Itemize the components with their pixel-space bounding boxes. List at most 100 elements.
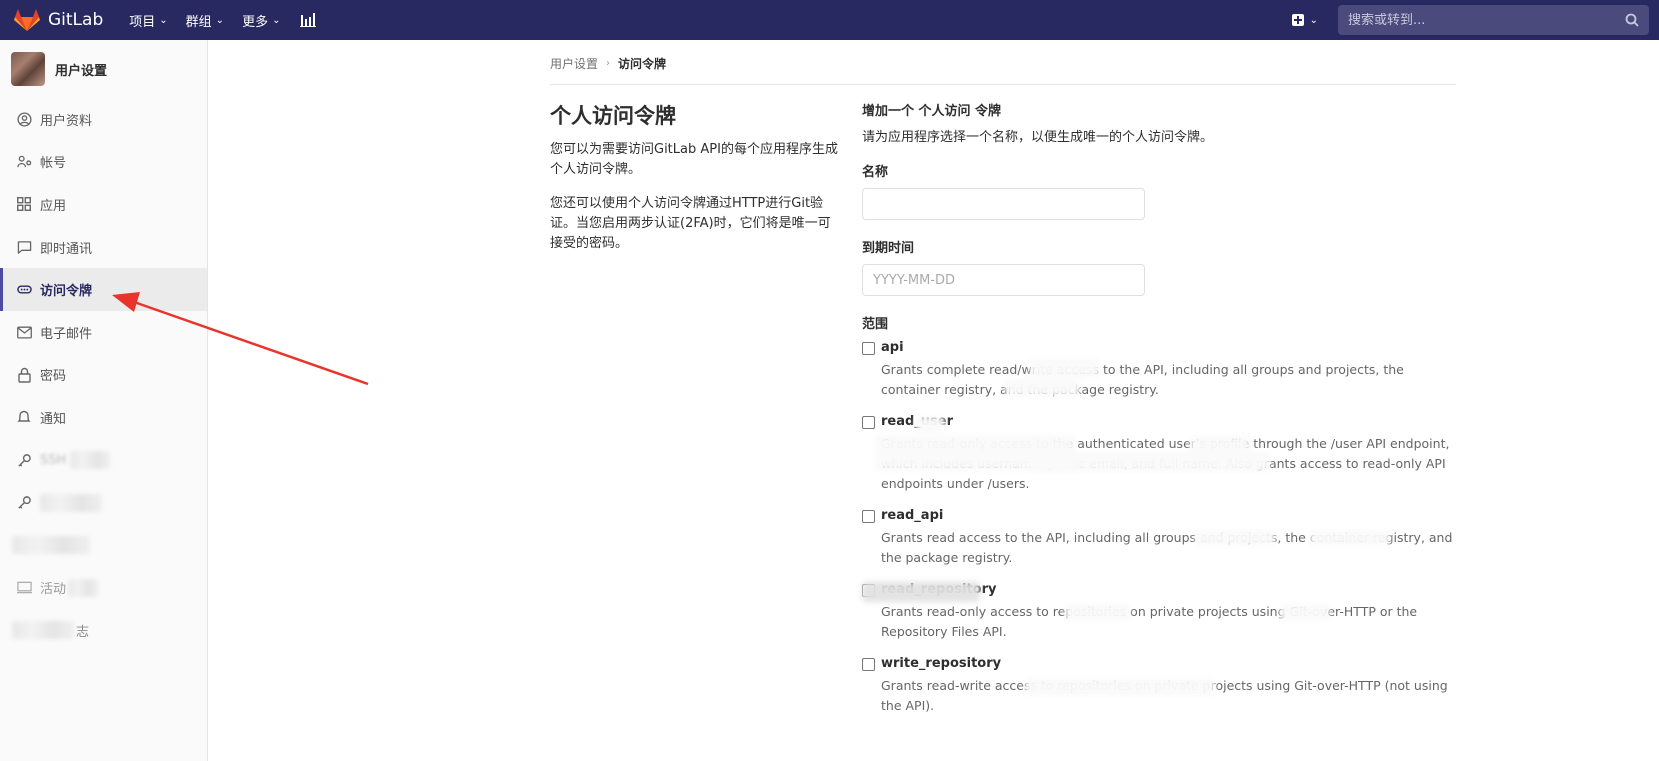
sidebar-item-label: 即时通讯 [40,241,93,257]
sidebar-item-preferences[interactable] [0,524,207,567]
sidebar-title: 用户设置 [55,63,108,79]
chevron-down-icon: ⌄ [272,14,281,26]
user-icon [16,111,32,127]
sidebar-item-label: 访问令牌 [40,284,93,300]
key-icon [16,452,32,468]
breadcrumb: 用户设置 › 访问令牌 [550,55,666,72]
sidebar-item-ssh-keys[interactable]: SSH [0,439,207,482]
redacted-region [68,578,99,597]
chevron-down-icon: ⌄ [215,14,225,26]
sidebar-item-account[interactable]: 帐号 [0,141,207,184]
applications-icon [16,196,32,212]
sidebar-item-label: 帐号 [40,156,67,172]
search-input[interactable] [1348,12,1608,28]
name-label: 名称 [862,165,889,180]
nav-menu: 项目 ⌄ 群组 ⌄ 更多 ⌄ [129,11,317,30]
bell-icon [16,409,32,425]
sidebar-item-authentication-log[interactable]: 志 [0,609,207,652]
new-item-button[interactable]: ⌄ [1291,14,1318,26]
sidebar-header[interactable]: 用户设置 [0,40,207,98]
breadcrumb-parent-link[interactable]: 用户设置 [550,55,598,72]
redacted-region [1195,530,1275,546]
nav-groups-label: 群组 [185,14,212,30]
analytics-icon[interactable] [300,13,317,27]
redacted-region [12,536,90,555]
redacted-region [862,582,980,602]
redacted-region [70,451,111,470]
redacted-region [1280,604,1330,621]
redacted-region [915,416,945,432]
sidebar-item-gpg-keys[interactable] [0,481,207,524]
scope-name: read_user [881,414,1457,434]
redacted-region [12,621,74,640]
chevron-down-icon: ⌄ [1309,14,1318,26]
nav-more-label: 更多 [242,14,269,30]
form-subheading: 请为应用程序选择一个名称，以便生成唯一的个人访问令牌。 [862,130,1214,145]
scope-write-repository-checkbox[interactable] [862,658,875,671]
sidebar-item-label: SSH [40,452,67,468]
form-heading: 增加一个 个人访问 令牌 [862,104,1002,119]
divider [550,84,1456,85]
scope-read-user-checkbox[interactable] [862,416,875,429]
nav-more[interactable]: 更多 ⌄ [242,11,280,30]
session-icon [16,580,32,596]
token-form: 增加一个 个人访问 令牌 请为应用程序选择一个名称，以便生成唯一的个人访问令牌。… [862,100,1457,716]
plus-square-icon [1291,14,1304,26]
top-navbar: GitLab 项目 ⌄ 群组 ⌄ 更多 ⌄ ⌄ [0,0,1659,40]
sidebar-item-label: 应用 [40,198,67,214]
page-title: 个人访问令牌 [550,104,676,128]
gitlab-logo[interactable]: GitLab [14,0,103,40]
sidebar-item-applications[interactable]: 应用 [0,183,207,226]
sidebar-item-notifications[interactable]: 通知 [0,396,207,439]
sidebar-item-active-sessions[interactable]: 活动 [0,567,207,610]
sidebar-item-label: 电子邮件 [40,326,93,342]
sidebar-item-password[interactable]: 密码 [0,354,207,397]
sidebar-item-chat[interactable]: 即时通讯 [0,226,207,269]
sidebar-item-emails[interactable]: 电子邮件 [0,311,207,354]
nav-projects-label: 项目 [129,14,156,30]
sidebar-item-label: 用户资料 [40,113,93,129]
nav-projects[interactable]: 项目 ⌄ [129,11,167,30]
sidebar-item-label: 密码 [40,369,67,385]
scope-description: Grants read-only access to repositories … [881,604,1418,639]
account-icon [16,154,32,170]
mail-icon [16,324,32,340]
search-icon[interactable] [1625,13,1639,27]
expiry-label: 到期时间 [862,241,915,256]
scope-name: api [881,340,904,355]
expiry-date-input[interactable] [862,264,1145,296]
redacted-region [1310,530,1390,546]
redacted-region [40,493,102,512]
lock-icon [16,367,32,383]
scope-api: api Grants complete read/write access to… [862,340,1457,400]
redacted-region [1025,678,1215,696]
scope-description: Grants complete read/write access to the… [881,362,1404,397]
chevron-right-icon: › [606,58,611,69]
redacted-region [1030,358,1100,378]
sidebar-item-label: 通知 [40,411,67,427]
settings-sidebar: 用户设置 用户资料 帐号 应用 即时通讯 访问令牌 电子邮件 密码 通知 SSH [0,40,208,761]
gitlab-tanuki-icon [14,9,40,31]
nav-right: ⌄ [1291,0,1649,40]
chat-icon [16,239,32,255]
sidebar-item-profile[interactable]: 用户资料 [0,98,207,141]
redacted-region [1030,452,1270,472]
scope-name: read_api [881,508,944,523]
sidebar-item-access-tokens[interactable]: 访问令牌 [0,268,207,311]
scope-api-checkbox[interactable] [862,342,875,355]
sidebar-item-label: 志 [76,624,90,640]
nav-groups[interactable]: 群组 ⌄ [186,11,224,30]
redacted-region [1065,604,1130,621]
intro-paragraph: 您可以为需要访问GitLab API的每个应用程序生成个人访问令牌。 [550,142,838,177]
scope-read-api-checkbox[interactable] [862,510,875,523]
token-icon [16,282,32,298]
intro-paragraph: 您还可以使用个人访问令牌通过HTTP进行Git验证。当您启用两步认证(2FA)时… [550,196,831,251]
intro-column: 个人访问令牌 您可以为需要访问GitLab API的每个应用程序生成个人访问令牌… [550,100,840,268]
token-name-input[interactable] [862,188,1145,220]
breadcrumb-current[interactable]: 访问令牌 [618,55,666,72]
redacted-region [1190,436,1250,454]
sidebar-item-label: 活动 [40,582,67,598]
search-box [1338,5,1649,35]
avatar [11,52,45,86]
redacted-region [1005,378,1080,396]
